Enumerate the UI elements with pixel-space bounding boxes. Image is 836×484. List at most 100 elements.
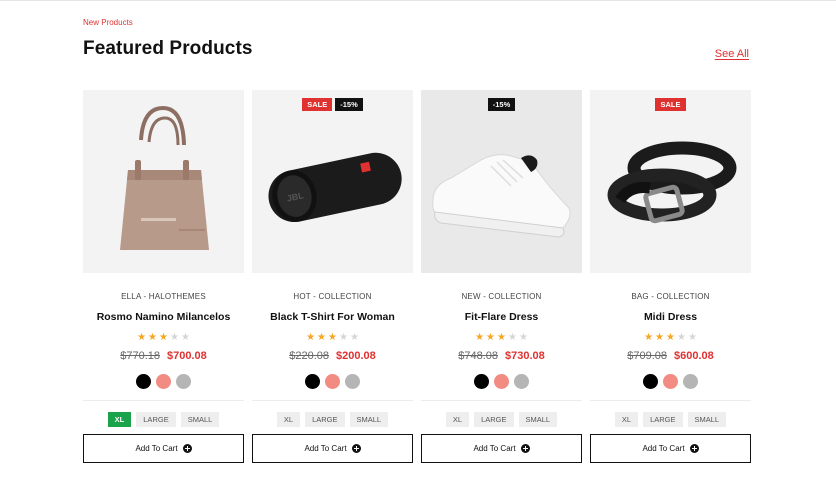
add-to-cart-button[interactable]: Add To Cart [83,434,244,463]
badge-group: SALE -15% [252,98,413,111]
add-to-cart-label: Add To Cart [304,444,347,453]
size-option-small[interactable]: SMALL [687,412,727,427]
add-to-cart-label: Add To Cart [473,444,516,453]
star-icon: ★ [349,332,359,343]
size-option-small[interactable]: SMALL [518,412,558,427]
star-icon: ★ [148,332,158,343]
section-eyebrow: New Products [83,18,133,27]
star-icon: ★ [676,332,686,343]
belt-image [607,141,737,224]
color-swatch[interactable] [683,374,698,389]
section-title: Featured Products [83,38,253,59]
sale-badge: SALE [655,98,686,111]
compare-price: $709.08 [627,350,667,362]
sale-badge: SALE [302,98,333,111]
star-icon: ★ [180,332,190,343]
product-image[interactable]: JBL SALE -15% [252,90,413,273]
color-swatch[interactable] [176,374,191,389]
color-swatch[interactable] [663,374,678,389]
product-name[interactable]: Midi Dress [644,311,697,323]
size-option-xl[interactable]: XL [445,412,470,427]
product-card: ELLA - HALOTHEMES Rosmo Namino Milancelo… [83,90,244,470]
star-icon: ★ [317,332,327,343]
add-to-cart-button[interactable]: Add To Cart [590,434,751,463]
sale-price: $600.08 [674,350,714,362]
see-all-link[interactable]: See All [715,48,749,60]
plus-circle-icon [182,444,192,453]
product-image[interactable] [83,90,244,273]
price-group: $748.08 $730.08 [458,350,545,362]
product-vendor[interactable]: ELLA - HALOTHEMES [121,292,206,301]
color-swatches [305,374,360,389]
product-name[interactable]: Fit-Flare Dress [465,311,539,323]
sale-price: $700.08 [167,350,207,362]
color-swatches [643,374,698,389]
plus-circle-icon [689,444,699,453]
discount-badge: -15% [335,98,363,111]
rating-stars: ★ ★ ★ ★ ★ [306,333,359,343]
color-swatch[interactable] [643,374,658,389]
size-option-xl[interactable]: XL [276,412,301,427]
sale-price: $200.08 [336,350,376,362]
color-swatches [474,374,529,389]
compare-price: $220.08 [289,350,329,362]
color-swatches [136,374,191,389]
size-option-small[interactable]: SMALL [180,412,220,427]
color-swatch[interactable] [156,374,171,389]
product-card: -15% NEW - COLLECTION Fit-Flare Dress ★ ★… [421,90,582,470]
card-divider [421,400,582,401]
product-card: SALE BAG - COLLECTION Midi Dress ★ ★ ★ ★ ★ $… [590,90,751,470]
size-options: XL LARGE SMALL [107,412,220,427]
color-swatch[interactable] [345,374,360,389]
star-icon: ★ [666,332,675,343]
size-option-xl[interactable]: XL [614,412,639,427]
star-icon: ★ [338,332,348,343]
star-icon: ★ [306,332,316,343]
star-icon: ★ [328,332,337,343]
size-option-xl[interactable]: XL [107,412,132,427]
product-image[interactable]: -15% [421,90,582,273]
rating-stars: ★ ★ ★ ★ ★ [475,333,528,343]
add-to-cart-label: Add To Cart [642,444,685,453]
price-group: $770.18 $700.08 [120,350,207,362]
product-vendor[interactable]: BAG - COLLECTION [631,292,709,301]
size-options: XL LARGE SMALL [614,412,727,427]
compare-price: $770.18 [120,350,160,362]
size-option-large[interactable]: LARGE [136,412,176,427]
product-vendor[interactable]: NEW - COLLECTION [461,292,541,301]
size-option-small[interactable]: SMALL [349,412,389,427]
color-swatch[interactable] [136,374,151,389]
product-grid: ELLA - HALOTHEMES Rosmo Namino Milancelo… [83,90,751,470]
color-swatch[interactable] [474,374,489,389]
star-icon: ★ [644,332,654,343]
product-image[interactable]: SALE [590,90,751,273]
product-name[interactable]: Black T-Shirt For Woman [270,311,395,323]
rating-stars: ★ ★ ★ ★ ★ [137,333,190,343]
size-options: XL LARGE SMALL [276,412,389,427]
color-swatch[interactable] [494,374,509,389]
color-swatch[interactable] [305,374,320,389]
product-vendor[interactable]: HOT - COLLECTION [293,292,371,301]
badge-group: -15% [421,98,582,111]
add-to-cart-button[interactable]: Add To Cart [252,434,413,463]
size-option-large[interactable]: LARGE [643,412,683,427]
top-divider [0,0,836,1]
compare-price: $748.08 [458,350,498,362]
star-icon: ★ [137,332,147,343]
add-to-cart-button[interactable]: Add To Cart [421,434,582,463]
size-option-large[interactable]: LARGE [474,412,514,427]
add-to-cart-label: Add To Cart [135,444,178,453]
color-swatch[interactable] [325,374,340,389]
handbag-image [120,105,209,250]
star-icon: ★ [159,332,168,343]
discount-badge: -15% [487,98,516,111]
card-divider [252,400,413,401]
size-option-large[interactable]: LARGE [305,412,345,427]
sale-price: $730.08 [505,350,545,362]
star-icon: ★ [687,332,697,343]
product-name[interactable]: Rosmo Namino Milancelos [97,311,231,323]
color-swatch[interactable] [514,374,529,389]
star-icon: ★ [475,332,485,343]
product-card: JBL SALE -15% HOT - COLLECTION Black T-Sh… [252,90,413,470]
speaker-image: JBL [268,152,402,223]
